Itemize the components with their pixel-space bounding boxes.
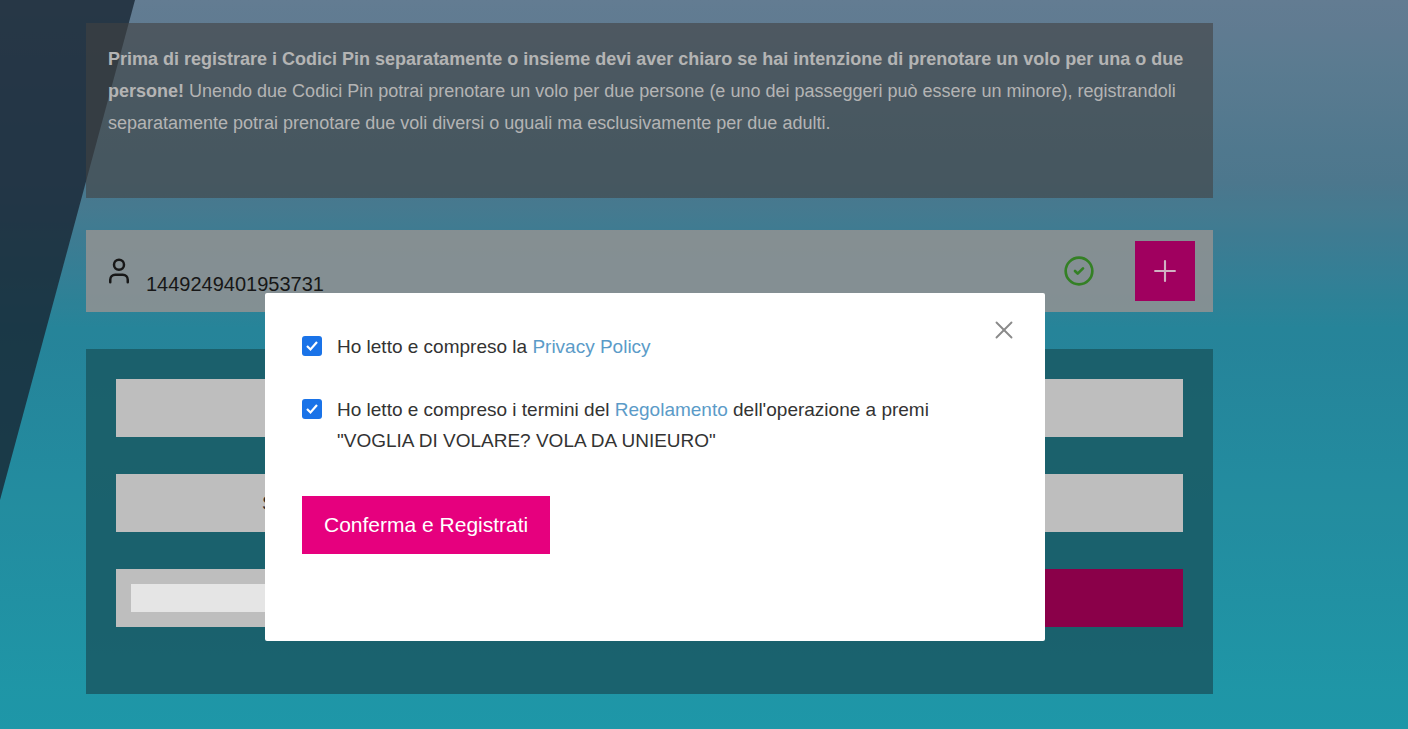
modal: Ho letto e compreso la Privacy Policy Ho …: [265, 293, 1045, 641]
confirm-button[interactable]: Conferma e Registrati: [302, 496, 550, 554]
check-label: Ho letto e compreso i termini del Regola…: [337, 394, 977, 456]
check-link[interactable]: Regolamento: [615, 399, 728, 420]
check-row: Ho letto e compreso la Privacy Policy: [302, 331, 985, 362]
page: Prima di registrare i Codici Pin separat…: [0, 0, 1408, 729]
check-list: Ho letto e compreso la Privacy Policy Ho …: [302, 331, 985, 456]
checkbox[interactable]: [302, 399, 322, 419]
tick-icon: [305, 402, 319, 416]
tick-icon: [305, 339, 319, 353]
check-label: Ho letto e compreso la Privacy Policy: [337, 331, 651, 362]
check-link[interactable]: Privacy Policy: [532, 336, 650, 357]
close-icon[interactable]: [989, 315, 1019, 345]
check-row: Ho letto e compreso i termini del Regola…: [302, 394, 985, 456]
checkbox[interactable]: [302, 336, 322, 356]
